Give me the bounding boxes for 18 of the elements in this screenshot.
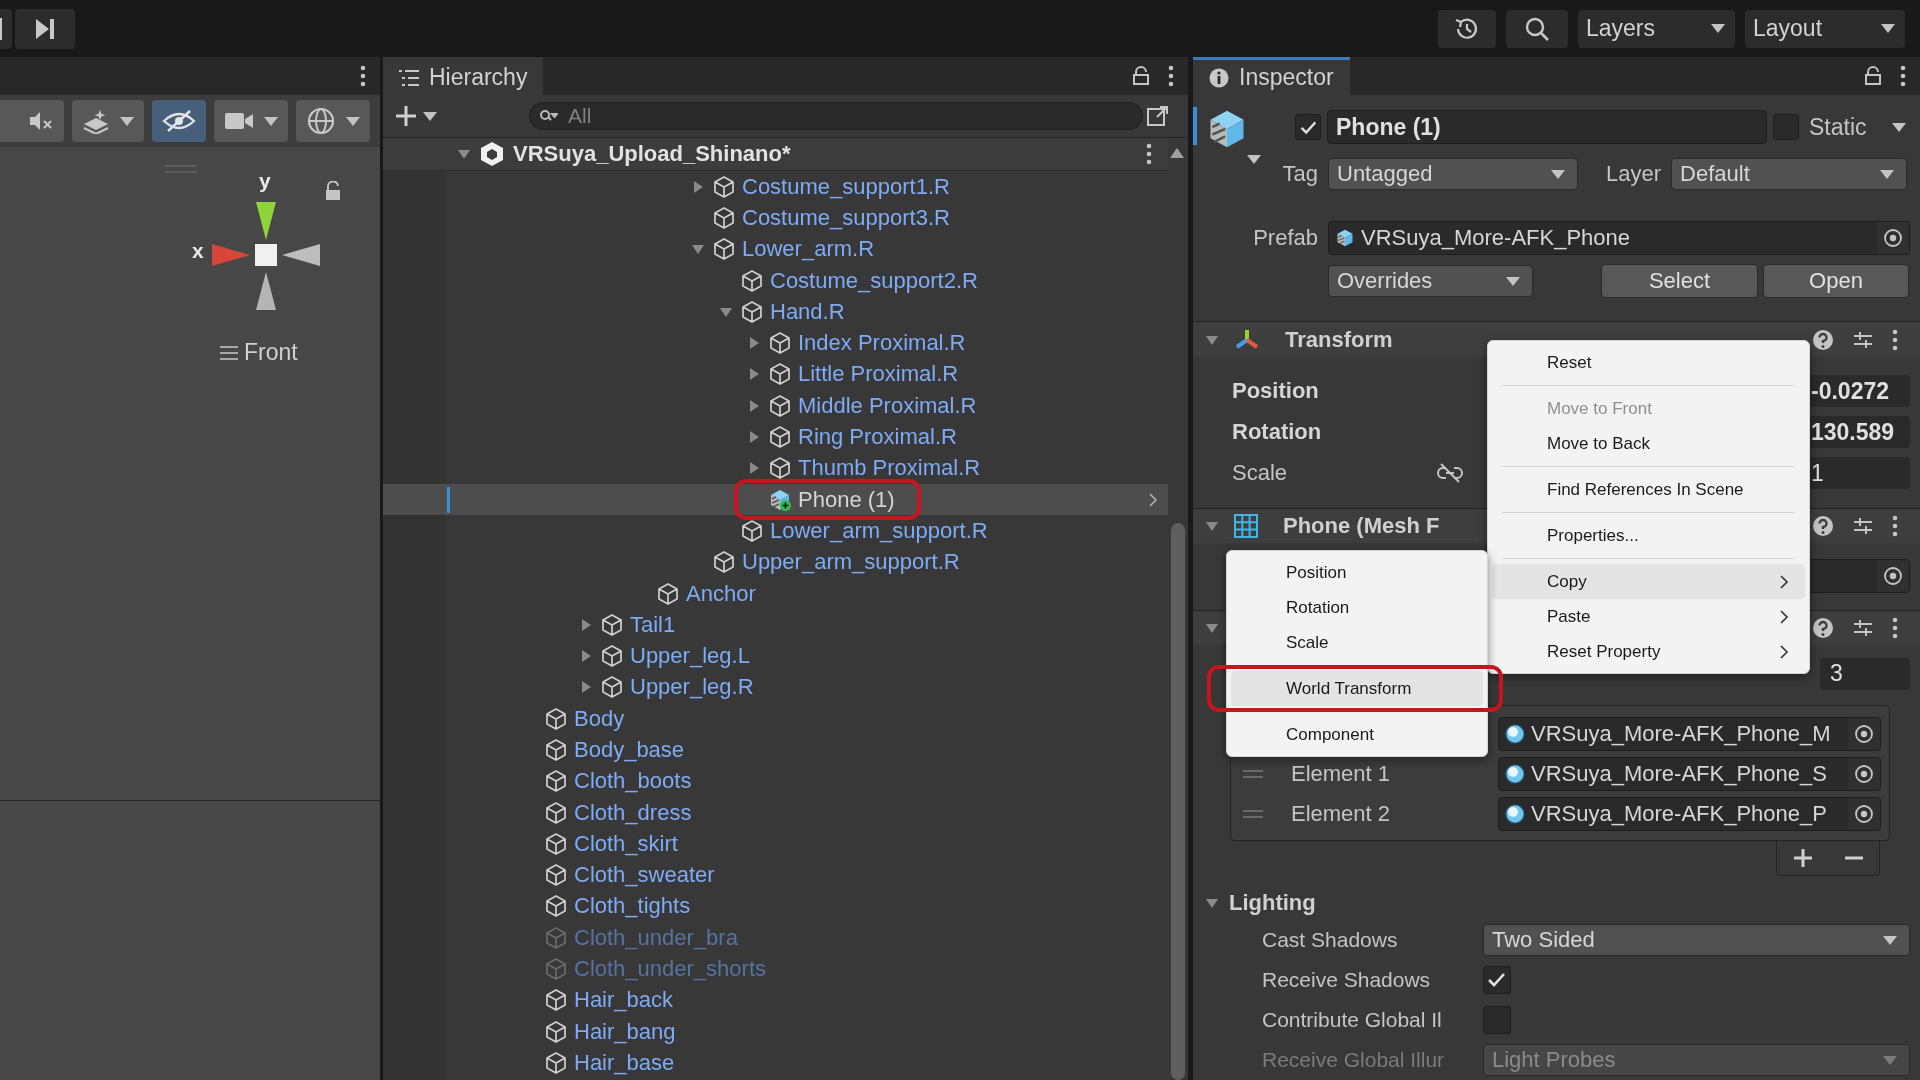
axis-label: y (259, 169, 271, 193)
property-label: Rotation (1232, 419, 1323, 446)
property-label: Scale (1232, 460, 1289, 487)
property-label: Position (1232, 378, 1320, 405)
prefab-label: Prefab (1252, 225, 1318, 251)
element-label: Element 1 (1291, 760, 1391, 787)
property-label: Receive Shadows (1262, 968, 1432, 993)
axis-label: x (192, 239, 204, 263)
static-label: Static (1809, 113, 1867, 141)
property-label: Cast Shadows (1262, 928, 1399, 953)
component-title: Phone (Mesh F (1283, 512, 1440, 539)
layer-label: Layer (1606, 161, 1662, 187)
tag-label: Tag (1281, 161, 1318, 187)
component-title: Transform (1285, 326, 1393, 353)
section-title: Lighting (1229, 890, 1316, 917)
element-label: Element 2 (1291, 800, 1391, 827)
property-label: Receive Global Illur (1262, 1048, 1446, 1073)
property-label: Contribute Global Il (1262, 1008, 1443, 1033)
